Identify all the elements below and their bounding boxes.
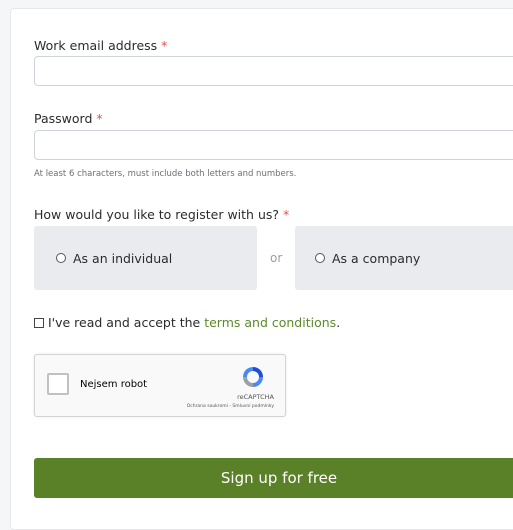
radio-icon[interactable] — [56, 253, 66, 263]
recaptcha-icon — [243, 367, 263, 387]
sign-up-button[interactable]: Sign up for free — [34, 458, 513, 498]
register-question: How would you like to register with us? … — [34, 207, 290, 222]
option-separator: or — [270, 251, 283, 265]
option-individual-label: As an individual — [73, 250, 173, 266]
captcha-checkbox[interactable] — [47, 373, 69, 395]
option-company[interactable]: As a company — [295, 226, 513, 290]
option-individual[interactable]: As an individual — [34, 226, 257, 290]
captcha-label: Nejsem robot — [80, 379, 148, 390]
captcha-links[interactable]: Ochrana soukromí - Smluvní podmínky — [187, 404, 274, 409]
terms-checkbox[interactable] — [34, 317, 44, 328]
email-field[interactable] — [34, 56, 513, 86]
terms-prefix: I've read and accept the — [48, 315, 201, 330]
option-company-label: As a company — [332, 250, 421, 266]
captcha-brand: reCAPTCHA — [237, 393, 274, 401]
required-marker: * — [161, 38, 168, 53]
required-marker: * — [283, 207, 290, 222]
email-label: Work email address * — [34, 38, 168, 53]
password-hint: At least 6 characters, must include both… — [34, 169, 297, 179]
password-label: Password * — [34, 111, 103, 126]
required-marker: * — [96, 111, 103, 126]
terms-suffix: . — [336, 315, 341, 330]
recaptcha-widget: Nejsem robot reCAPTCHA Ochrana soukromí … — [34, 354, 286, 417]
radio-icon[interactable] — [315, 253, 325, 263]
terms-link[interactable]: terms and conditions — [204, 315, 336, 330]
password-field[interactable] — [34, 130, 513, 160]
terms-row: I've read and accept the terms and condi… — [34, 315, 340, 330]
